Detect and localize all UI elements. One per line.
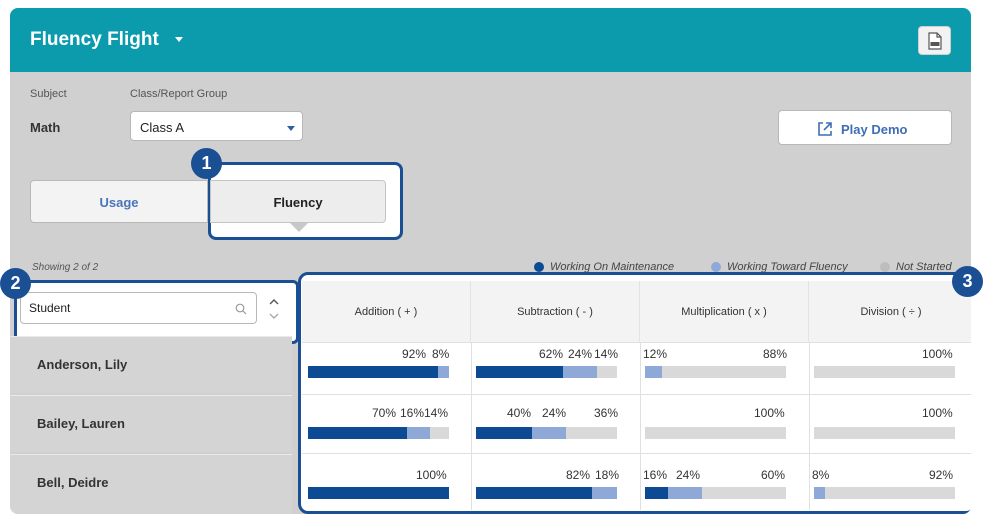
pct-maintenance: 100% [416,468,447,482]
bar-toward [814,487,825,499]
progress-bar [645,487,786,499]
bar-toward [645,366,662,378]
progress-bar [645,427,786,439]
bar-maintenance [476,487,592,499]
legend-dot [880,262,890,272]
header-bar: Fluency Flight [10,8,971,72]
column-header-addition[interactable]: Addition ( + ) [302,281,471,342]
progress-bar [476,487,617,499]
student-search-field[interactable] [20,292,257,324]
column-header-multiplication[interactable]: Multiplication ( x ) [640,281,809,342]
class-group-value: Class A [140,120,185,135]
pct-maintenance: 70% [372,406,397,420]
progress-bar [308,366,449,378]
chevron-down-icon [287,126,295,131]
pct-toward: 16% [400,406,425,420]
sort-icon[interactable] [267,295,281,323]
bar-maintenance [476,427,532,439]
row-divider [302,453,971,454]
external-link-icon [818,122,832,136]
pct-toward: 8% [432,347,450,361]
play-demo-button[interactable]: Play Demo [778,110,952,145]
student-row[interactable]: Bailey, Lauren [10,395,292,452]
column-divider [809,342,810,510]
tab-usage-label: Usage [99,195,139,210]
search-input[interactable] [29,301,219,315]
app-title[interactable]: Fluency Flight [30,29,159,51]
column-header-division[interactable]: Division ( ÷ ) [809,281,971,342]
pct-not-started: 100% [922,347,953,361]
bar-toward [407,427,430,439]
tab-fluency-label: Fluency [273,195,323,210]
pct-maintenance: 40% [507,406,532,420]
pdf-export-button[interactable] [918,26,951,55]
group-label: Class/Report Group [130,88,228,100]
bar-toward [563,366,597,378]
student-row[interactable]: Anderson, Lily [10,336,292,393]
progress-bar [814,427,955,439]
pct-toward: 18% [595,468,620,482]
pct-not-started: 88% [763,347,788,361]
pct-toward: 8% [812,468,830,482]
student-name[interactable]: Anderson, Lily [37,357,127,372]
report-card: Fluency Flight Subject Math Class/Report… [10,8,971,514]
progress-bar [645,366,786,378]
bar-toward [532,427,566,439]
tab-fluency[interactable]: Fluency [210,180,386,223]
bar-toward [438,366,449,378]
callout-badge-3: 3 [952,266,983,297]
pct-maintenance: 92% [402,347,427,361]
bar-maintenance [645,487,668,499]
bar-maintenance [308,366,438,378]
pct-not-started: 14% [594,347,619,361]
pct-not-started: 100% [754,406,785,420]
pct-toward: 24% [542,406,567,420]
legend-dot [534,262,544,272]
pdf-file-icon [928,32,942,50]
pct-maintenance: 82% [566,468,591,482]
progress-bar [814,487,955,499]
pct-not-started: 100% [922,406,953,420]
callout-badge-1: 1 [191,148,222,179]
class-group-select[interactable]: Class A [130,111,303,141]
callout-badge-2: 2 [0,268,31,299]
column-header-subtraction[interactable]: Subtraction ( - ) [471,281,640,342]
row-divider [302,342,971,343]
pct-not-started: 14% [424,406,449,420]
row-divider [302,394,971,395]
column-divider [640,342,641,510]
pct-not-started: 92% [929,468,954,482]
bar-maintenance [308,487,449,499]
pct-maintenance: 16% [643,468,668,482]
chevron-down-icon[interactable] [175,37,183,42]
pct-toward: 24% [568,347,593,361]
tab-pointer [290,223,308,232]
progress-bar [476,366,617,378]
legend-dot [711,262,721,272]
subject-value: Math [30,120,61,135]
pct-toward: 12% [643,347,668,361]
student-name[interactable]: Bailey, Lauren [37,416,125,431]
play-demo-label: Play Demo [841,122,908,137]
pct-maintenance: 62% [539,347,564,361]
bar-toward [592,487,617,499]
bar-maintenance [476,366,563,378]
pct-toward: 24% [676,468,701,482]
bar-maintenance [308,427,407,439]
search-icon[interactable] [235,303,247,315]
subject-label: Subject [30,88,67,100]
column-divider [471,342,472,510]
progress-bar [814,366,955,378]
student-row[interactable]: Bell, Deidre [10,454,292,514]
student-name[interactable]: Bell, Deidre [37,475,109,490]
pct-not-started: 60% [761,468,786,482]
bar-toward [668,487,702,499]
showing-count: Showing 2 of 2 [32,262,99,273]
pct-not-started: 36% [594,406,619,420]
progress-bar [476,427,617,439]
progress-bar [308,487,449,499]
progress-bar [308,427,449,439]
tab-usage[interactable]: Usage [30,180,208,223]
